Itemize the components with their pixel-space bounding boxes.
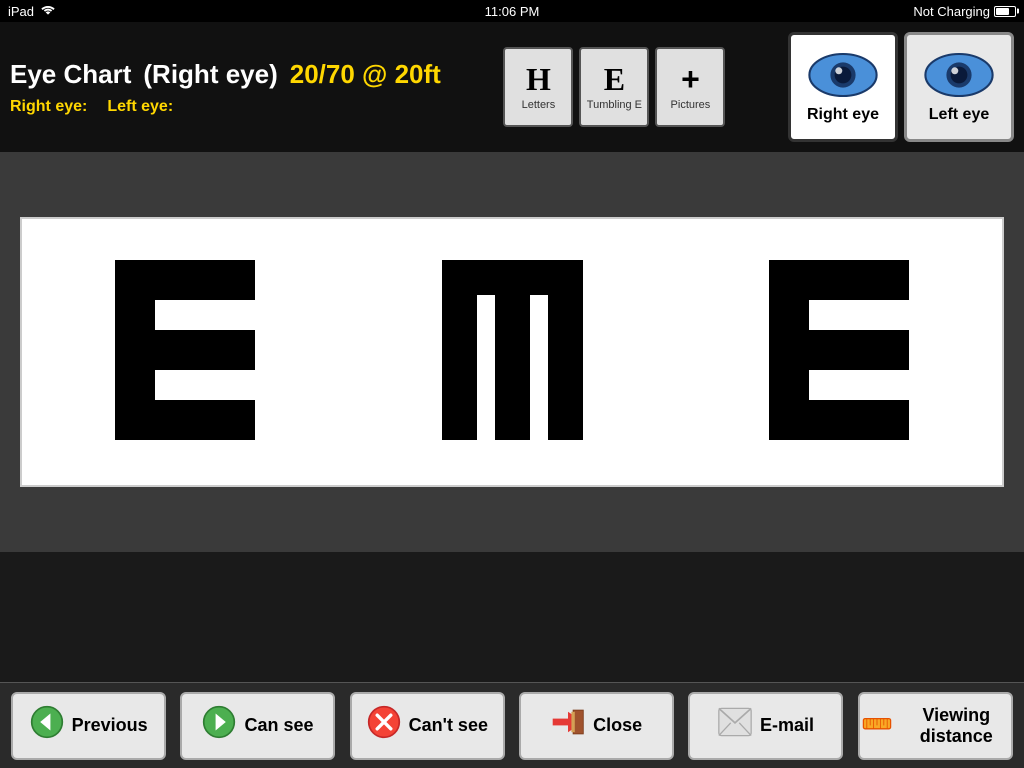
tumbling-symbol: E xyxy=(604,63,625,95)
letter-display-3 xyxy=(759,250,919,455)
close-icon xyxy=(551,705,585,747)
can-see-icon xyxy=(202,705,236,747)
email-label: E-mail xyxy=(760,715,814,736)
right-eye-button-label: Right eye xyxy=(807,106,879,124)
left-eye-label: Left eye: xyxy=(107,98,173,116)
close-button[interactable]: Close xyxy=(519,692,674,760)
letters-symbol: H xyxy=(526,63,551,95)
letter-display-1 xyxy=(105,250,265,455)
email-icon xyxy=(718,705,752,747)
eye-mode: (Right eye) xyxy=(143,59,277,90)
right-eye-label: Right eye: xyxy=(10,98,87,116)
tumbling-label: Tumbling E xyxy=(587,99,642,111)
right-eye-button[interactable]: Right eye xyxy=(788,32,898,142)
can-see-label: Can see xyxy=(244,715,313,736)
viewing-distance-label: Viewing distance xyxy=(902,705,1011,747)
letters-label: Letters xyxy=(522,99,556,111)
eye-labels: Right eye: Left eye: xyxy=(10,98,441,116)
letter-display-2 xyxy=(432,250,592,455)
pictures-label: Pictures xyxy=(671,99,711,111)
main-content-area xyxy=(0,152,1024,552)
viewing-distance-button[interactable]: Viewing distance xyxy=(858,692,1013,760)
close-label: Close xyxy=(593,715,642,736)
header: Eye Chart (Right eye) 20/70 @ 20ft Right… xyxy=(0,22,1024,152)
charging-status: Not Charging xyxy=(913,4,990,19)
viewing-distance-icon xyxy=(860,705,894,747)
wifi-icon xyxy=(40,3,56,20)
time-display: 11:06 PM xyxy=(485,4,540,19)
left-eye-button-label: Left eye xyxy=(929,106,989,124)
status-bar: iPad 11:06 PM Not Charging xyxy=(0,0,1024,22)
app-title: Eye Chart xyxy=(10,59,131,90)
letter-board xyxy=(20,217,1004,487)
battery-indicator xyxy=(994,6,1016,17)
header-left: Eye Chart (Right eye) 20/70 @ 20ft Right… xyxy=(10,59,441,116)
pictures-symbol: + xyxy=(681,63,700,95)
previous-icon xyxy=(30,705,64,747)
eye-selector-group: Right eye Left eye xyxy=(788,32,1014,142)
cant-see-button[interactable]: Can't see xyxy=(350,692,505,760)
can-see-button[interactable]: Can see xyxy=(180,692,335,760)
acuity-reading: 20/70 @ 20ft xyxy=(290,59,441,90)
right-eye-icon xyxy=(808,50,878,100)
previous-label: Previous xyxy=(72,715,148,736)
left-eye-icon xyxy=(924,50,994,100)
cant-see-label: Can't see xyxy=(409,715,488,736)
chart-type-tumbling[interactable]: E Tumbling E xyxy=(579,47,649,127)
chart-type-pictures[interactable]: + Pictures xyxy=(655,47,725,127)
device-label: iPad xyxy=(8,4,34,19)
left-eye-button[interactable]: Left eye xyxy=(904,32,1014,142)
previous-button[interactable]: Previous xyxy=(11,692,166,760)
chart-type-letters[interactable]: H Letters xyxy=(503,47,573,127)
bottom-toolbar: Previous Can see Can't see xyxy=(0,682,1024,768)
chart-type-selector: H Letters E Tumbling E + Pictures xyxy=(503,47,725,127)
cant-see-icon xyxy=(367,705,401,747)
email-button[interactable]: E-mail xyxy=(688,692,843,760)
